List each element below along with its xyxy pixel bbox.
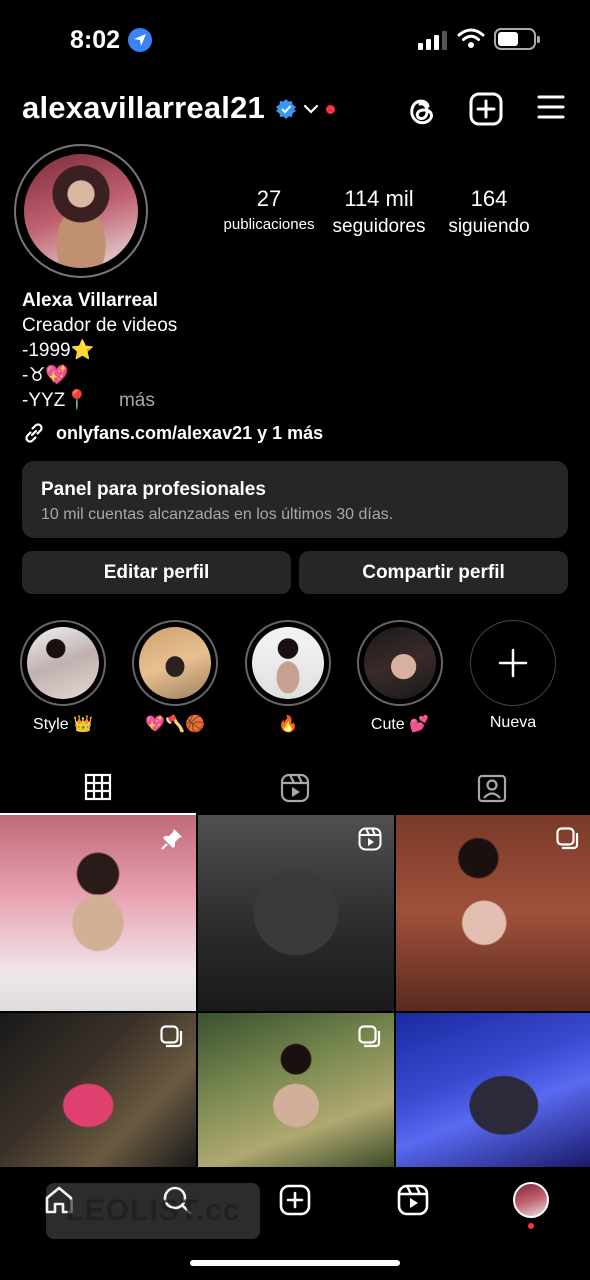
post-thumbnail[interactable] <box>396 815 590 1011</box>
create-icon[interactable] <box>469 92 503 126</box>
tagged-icon <box>477 774 507 802</box>
carousel-icon <box>556 827 579 850</box>
following-count: 164 <box>470 186 508 211</box>
display-name: Alexa Villarreal <box>22 290 158 311</box>
highlight-item[interactable]: Style 👑 <box>19 620 107 734</box>
highlight-cover <box>132 620 218 706</box>
posts-grid <box>0 815 590 1167</box>
highlight-cover <box>245 620 331 706</box>
reels-icon <box>280 773 310 802</box>
grid-icon <box>84 773 112 800</box>
post-thumbnail[interactable] <box>0 1013 196 1167</box>
pin-icon <box>161 829 182 850</box>
create-post-icon <box>279 1184 311 1216</box>
reel-badge-icon <box>358 827 382 851</box>
profile-link[interactable]: onlyfans.com/alexav21 y 1 más <box>22 421 323 445</box>
stat-following[interactable]: 164 siguiendo <box>443 186 535 238</box>
following-label: siguiendo <box>448 216 530 237</box>
tab-reels[interactable] <box>197 760 393 815</box>
bio-line: -♉💖 <box>22 365 70 386</box>
link-text: onlyfans.com/alexav21 y 1 más <box>56 422 324 443</box>
edit-profile-button[interactable]: Editar perfil <box>22 551 291 594</box>
notification-dot <box>528 1223 534 1229</box>
bio: Alexa Villarreal Creador de videos -1999… <box>22 288 177 413</box>
status-bar: 8:02 <box>0 0 590 80</box>
battery-icon <box>494 28 540 50</box>
verified-badge-icon <box>276 99 296 119</box>
highlight-label: 💖🪓🏀 <box>145 716 205 733</box>
followers-label: seguidores <box>332 216 426 237</box>
tab-grid[interactable] <box>0 760 196 815</box>
highlight-item[interactable]: 🔥 <box>244 620 332 734</box>
link-icon <box>25 423 43 443</box>
threads-icon[interactable] <box>403 92 437 130</box>
nav-reels[interactable] <box>396 1183 430 1217</box>
post-thumbnail[interactable] <box>396 1013 590 1167</box>
new-highlight-button[interactable] <box>470 620 556 706</box>
new-highlight[interactable]: Nueva <box>469 620 557 732</box>
nav-profile[interactable] <box>512 1181 550 1219</box>
bio-line: -1999⭐ <box>22 340 95 361</box>
post-thumbnail[interactable] <box>198 1013 394 1167</box>
tab-tagged[interactable] <box>394 760 590 815</box>
nav-create[interactable] <box>278 1183 312 1217</box>
highlight-cover <box>357 620 443 706</box>
wifi-icon <box>457 28 485 48</box>
more-link[interactable]: más <box>119 390 155 411</box>
bio-line: -YYZ📍 <box>22 390 89 411</box>
watermark: LEOLIST.cc <box>46 1183 260 1239</box>
profile-header: alexavillarreal21 <box>0 88 590 132</box>
category-label: Creador de videos <box>22 315 178 336</box>
username[interactable]: alexavillarreal21 <box>22 90 265 126</box>
carousel-icon <box>160 1025 183 1048</box>
signal-icon <box>418 31 447 50</box>
post-thumbnail[interactable] <box>198 815 394 1011</box>
post-thumbnail[interactable] <box>0 815 196 1011</box>
chevron-down-icon[interactable] <box>302 100 320 118</box>
highlight-item[interactable]: Cute 💕 <box>356 620 444 734</box>
status-time: 8:02 <box>70 26 121 54</box>
stat-posts[interactable]: 27 publicaciones <box>220 186 318 233</box>
notification-dot <box>326 105 335 114</box>
menu-icon[interactable] <box>536 92 566 122</box>
followers-count: 114 mil <box>344 186 414 211</box>
reels-icon <box>397 1184 429 1216</box>
location-icon <box>128 28 152 52</box>
plus-icon <box>498 648 528 678</box>
profile-avatar[interactable] <box>14 144 148 278</box>
panel-title: Panel para profesionales <box>41 479 266 500</box>
highlight-item[interactable]: 💖🪓🏀 <box>131 620 219 734</box>
professional-dashboard[interactable]: Panel para profesionales 10 mil cuentas … <box>22 461 568 538</box>
highlight-cover <box>20 620 106 706</box>
home-indicator <box>190 1260 400 1266</box>
highlight-label: Cute 💕 <box>370 716 430 733</box>
panel-subtitle: 10 mil cuentas alcanzadas en los últimos… <box>41 506 394 523</box>
highlight-label: Nueva <box>489 714 537 731</box>
posts-count: 27 <box>256 186 282 211</box>
avatar-image <box>24 154 138 268</box>
carousel-icon <box>358 1025 381 1048</box>
highlight-label: 🔥 <box>278 716 298 733</box>
content-tabs <box>0 760 590 815</box>
share-profile-button[interactable]: Compartir perfil <box>299 551 568 594</box>
posts-label: publicaciones <box>223 216 315 233</box>
stat-followers[interactable]: 114 mil seguidores <box>328 186 430 238</box>
profile-avatar-small <box>513 1182 549 1218</box>
highlight-label: Style 👑 <box>33 716 93 733</box>
